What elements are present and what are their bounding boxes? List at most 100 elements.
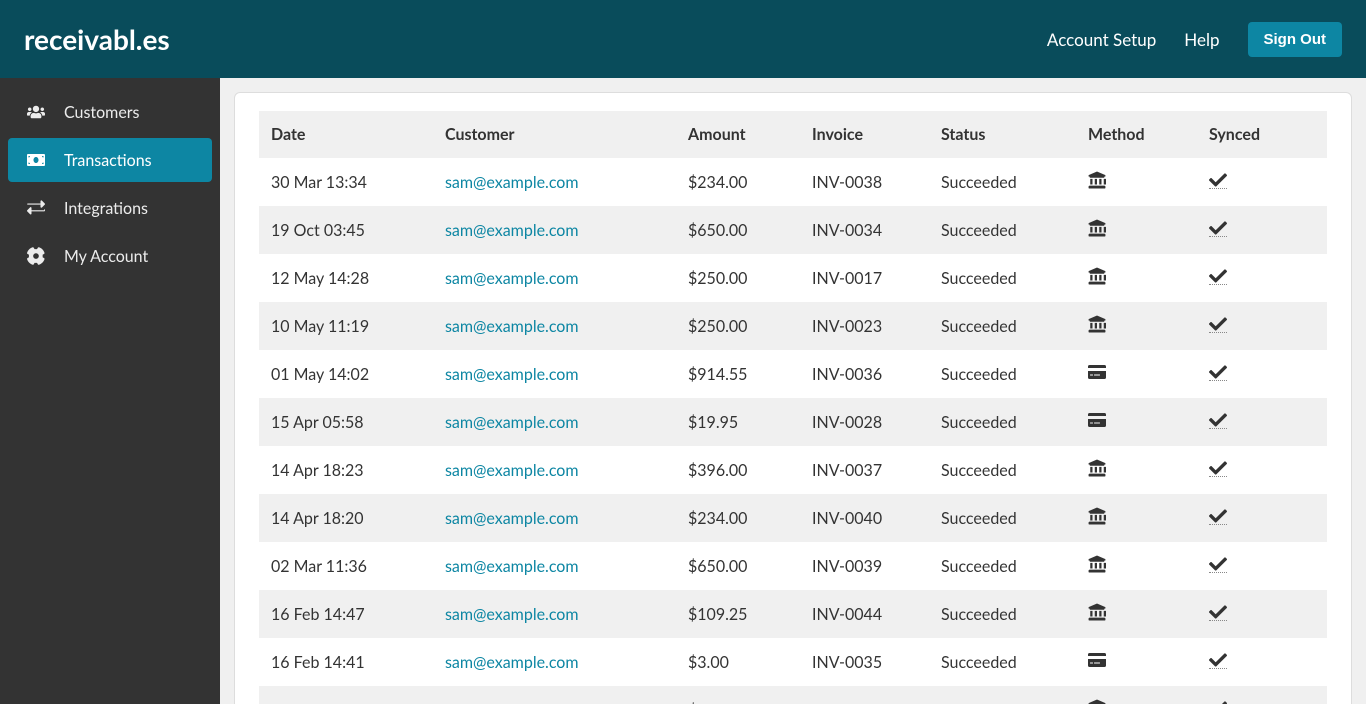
cell-invoice: INV-0039 (800, 542, 929, 590)
card-icon (1088, 651, 1106, 669)
table-row[interactable]: 01 May 14:02sam@example.com$914.55INV-00… (259, 350, 1327, 398)
table-row[interactable]: 13 Jan 11:07 sam@example.com $100.00INV-00… (259, 686, 1327, 704)
cell-date: 10 May 11:19 (259, 302, 433, 350)
bank-icon (1088, 603, 1106, 621)
col-header-amount[interactable]: Amount (676, 111, 800, 158)
users-icon (26, 102, 46, 122)
sidebar: Customers Transactions Integrations My Acco… (0, 78, 220, 704)
sidebar-item-label: Integrations (64, 199, 148, 218)
sign-out-button[interactable]: Sign Out (1248, 22, 1343, 57)
customer-link[interactable]: sam@example.com (445, 317, 579, 336)
table-row[interactable]: 15 Apr 05:58sam@example.com$19.95INV-002… (259, 398, 1327, 446)
cell-invoice: INV-0017 (800, 254, 929, 302)
bank-icon (1088, 315, 1106, 333)
sidebar-item-label: My Account (64, 247, 148, 266)
brand-logo[interactable]: receivabl.es (24, 22, 170, 56)
cell-amount: $100.00 (676, 686, 800, 704)
customer-link[interactable]: sam@example.com (445, 509, 579, 528)
customer-link[interactable]: sam@example.com (445, 365, 579, 384)
check-icon (1209, 699, 1227, 704)
sidebar-item-integrations[interactable]: Integrations (8, 186, 212, 230)
cell-invoice: INV-0053 (800, 686, 929, 704)
card-icon (1088, 363, 1106, 381)
customer-link[interactable]: sam@example.com (445, 557, 579, 576)
cell-invoice: INV-0035 (800, 638, 929, 686)
table-row[interactable]: 30 Mar 13:34sam@example.com$234.00INV-00… (259, 158, 1327, 206)
cell-status: Succeeded (929, 686, 1076, 704)
cell-status: Succeeded (929, 446, 1076, 494)
bank-icon (1088, 699, 1106, 704)
customer-link[interactable]: sam@example.com (445, 269, 579, 288)
check-icon (1209, 267, 1227, 285)
customer-link[interactable]: sam@example.com (445, 221, 579, 240)
sidebar-item-my-account[interactable]: My Account (8, 234, 212, 278)
cell-status: Succeeded (929, 398, 1076, 446)
cell-status: Succeeded (929, 494, 1076, 542)
cell-amount: $650.00 (676, 206, 800, 254)
check-icon (1209, 603, 1227, 621)
cell-status: Succeeded (929, 638, 1076, 686)
sidebar-item-label: Transactions (64, 151, 152, 170)
help-link[interactable]: Help (1184, 29, 1219, 50)
table-row[interactable]: 16 Feb 14:41sam@example.com$3.00INV-0035… (259, 638, 1327, 686)
col-header-synced[interactable]: Synced (1197, 111, 1327, 158)
col-header-date[interactable]: Date (259, 111, 433, 158)
transactions-card: Date Customer Amount Invoice Status Meth… (234, 92, 1352, 704)
cell-date: 16 Feb 14:47 (259, 590, 433, 638)
customer-link[interactable]: sam@example.com (445, 701, 579, 704)
customer-link[interactable]: sam@example.com (445, 653, 579, 672)
cell-date: 01 May 14:02 (259, 350, 433, 398)
table-row[interactable]: 14 Apr 18:20sam@example.com$234.00INV-00… (259, 494, 1327, 542)
cell-invoice: INV-0038 (800, 158, 929, 206)
cell-date: 12 May 14:28 (259, 254, 433, 302)
cell-date: 13 Jan 11:07 (259, 686, 433, 704)
swap-icon (26, 198, 46, 218)
table-row[interactable]: 16 Feb 14:47 sam@example.com $109.25INV-00… (259, 590, 1327, 638)
customer-link[interactable]: sam@example.com (445, 173, 579, 192)
cell-amount: $396.00 (676, 446, 800, 494)
cell-status: Succeeded (929, 302, 1076, 350)
sidebar-item-label: Customers (64, 103, 140, 122)
col-header-method[interactable]: Method (1076, 111, 1197, 158)
table-row[interactable]: 12 May 14:28 sam@example.com $250.00INV-00… (259, 254, 1327, 302)
check-icon (1209, 459, 1227, 477)
check-icon (1209, 555, 1227, 573)
cell-status: Succeeded (929, 206, 1076, 254)
cell-date: 02 Mar 11:36 (259, 542, 433, 590)
table-row[interactable]: 10 May 11:19 sam@example.com $250.00INV-00… (259, 302, 1327, 350)
bank-icon (1088, 459, 1106, 477)
cell-amount: $234.00 (676, 494, 800, 542)
sidebar-item-customers[interactable]: Customers (8, 90, 212, 134)
cell-amount: $650.00 (676, 542, 800, 590)
col-header-invoice[interactable]: Invoice (800, 111, 929, 158)
cell-status: Succeeded (929, 542, 1076, 590)
account-setup-link[interactable]: Account Setup (1047, 29, 1156, 50)
cell-amount: $3.00 (676, 638, 800, 686)
col-header-customer[interactable]: Customer (433, 111, 676, 158)
cell-date: 14 Apr 18:20 (259, 494, 433, 542)
header: receivabl.es Account Setup Help Sign Out (0, 0, 1366, 78)
cell-status: Succeeded (929, 158, 1076, 206)
customer-link[interactable]: sam@example.com (445, 413, 579, 432)
cell-amount: $250.00 (676, 302, 800, 350)
cell-invoice: INV-0036 (800, 350, 929, 398)
sidebar-item-transactions[interactable]: Transactions (8, 138, 212, 182)
table-row[interactable]: 14 Apr 18:23sam@example.com$396.00INV-00… (259, 446, 1327, 494)
cell-status: Succeeded (929, 254, 1076, 302)
customer-link[interactable]: sam@example.com (445, 605, 579, 624)
gear-icon (26, 246, 46, 266)
cell-invoice: INV-0023 (800, 302, 929, 350)
col-header-status[interactable]: Status (929, 111, 1076, 158)
cell-amount: $19.95 (676, 398, 800, 446)
customer-link[interactable]: sam@example.com (445, 461, 579, 480)
bank-icon (1088, 219, 1106, 237)
check-icon (1209, 363, 1227, 381)
check-icon (1209, 507, 1227, 525)
check-icon (1209, 315, 1227, 333)
header-nav: Account Setup Help Sign Out (1047, 22, 1342, 57)
table-row[interactable]: 19 Oct 03:45sam@example.com$650.00INV-00… (259, 206, 1327, 254)
table-row[interactable]: 02 Mar 11:36 sam@example.com $650.00INV-00… (259, 542, 1327, 590)
cell-amount: $109.25 (676, 590, 800, 638)
cell-invoice: INV-0044 (800, 590, 929, 638)
cell-amount: $250.00 (676, 254, 800, 302)
